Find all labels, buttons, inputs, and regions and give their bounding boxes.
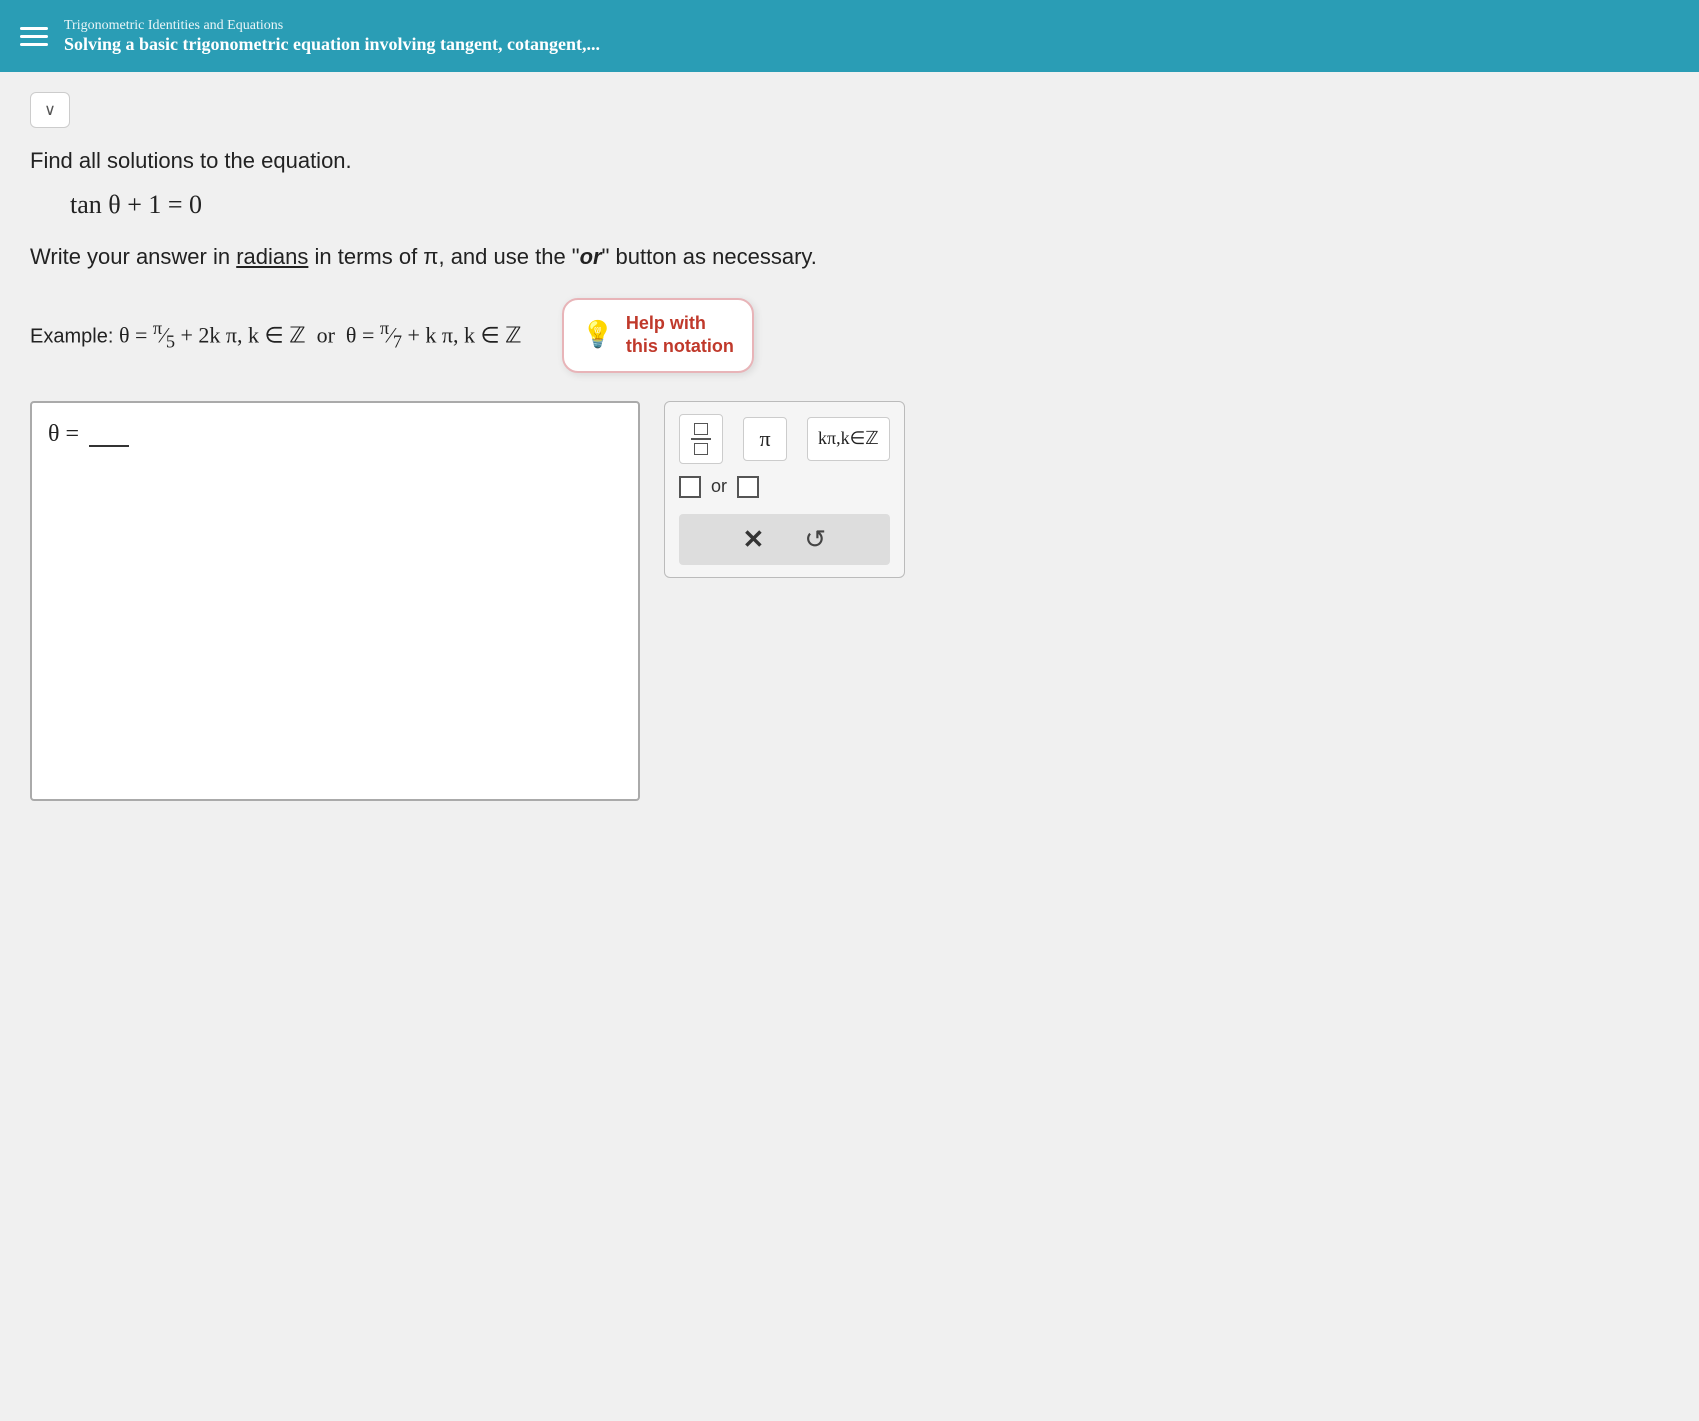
fraction-denominator-box: [694, 443, 708, 455]
answer-input[interactable]: [89, 419, 129, 447]
radians-link[interactable]: radians: [236, 244, 308, 269]
kpi-kez-button[interactable]: kπ,k∈ℤ: [807, 417, 890, 461]
keypad-or-row: or: [679, 476, 890, 498]
fraction-line: [691, 438, 711, 440]
instruction-text: Write your answer in radians in terms of…: [30, 244, 1669, 270]
top-bar: Trigonometric Identities and Equations S…: [0, 0, 1699, 72]
chevron-down-icon: ∨: [44, 100, 56, 120]
main-content: ∨ Find all solutions to the equation. ta…: [0, 72, 1699, 1421]
pi-button[interactable]: π: [743, 417, 787, 461]
undo-button[interactable]: ↺: [804, 524, 826, 555]
fraction-numerator-box: [694, 423, 708, 435]
example-text: Example: θ = π⁄5 + 2k π, k ∈ ℤ or θ = π⁄…: [30, 318, 522, 353]
or-box-left: [679, 476, 701, 498]
keypad-row-1: π kπ,k∈ℤ: [679, 414, 890, 464]
theta-label: θ =: [48, 419, 79, 448]
action-row: ✕ ↺: [679, 514, 890, 565]
or-box-right: [737, 476, 759, 498]
top-bar-title: Solving a basic trigonometric equation i…: [64, 34, 600, 55]
hamburger-menu[interactable]: [20, 27, 48, 46]
answer-box: θ =: [30, 401, 640, 801]
fraction-button[interactable]: [679, 414, 723, 464]
help-tooltip-text: Help with this notation: [626, 312, 734, 359]
input-area-row: θ = π kπ,k∈ℤ: [30, 401, 1669, 801]
bulb-icon: 💡: [582, 320, 614, 350]
help-tooltip[interactable]: 💡 Help with this notation: [562, 298, 754, 373]
problem-statement: Find all solutions to the equation.: [30, 148, 1669, 174]
kpi-kez-label: kπ,k∈ℤ: [818, 428, 879, 449]
example-label: Example:: [30, 325, 119, 347]
top-bar-text: Trigonometric Identities and Equations S…: [64, 18, 600, 55]
clear-button[interactable]: ✕: [743, 524, 765, 555]
collapse-button[interactable]: ∨: [30, 92, 70, 128]
clear-icon: ✕: [743, 524, 765, 555]
equation-display: tan θ + 1 = 0: [70, 190, 1669, 220]
equation-text: tan θ + 1 = 0: [70, 190, 202, 219]
example-row: Example: θ = π⁄5 + 2k π, k ∈ ℤ or θ = π⁄…: [30, 298, 1669, 373]
top-bar-subtitle: Trigonometric Identities and Equations: [64, 18, 600, 34]
undo-icon: ↺: [804, 524, 826, 555]
keypad-panel: π kπ,k∈ℤ or ✕ ↺: [664, 401, 905, 578]
or-text: or: [711, 476, 727, 497]
or-bold: or: [580, 244, 602, 269]
pi-icon: π: [759, 426, 770, 452]
